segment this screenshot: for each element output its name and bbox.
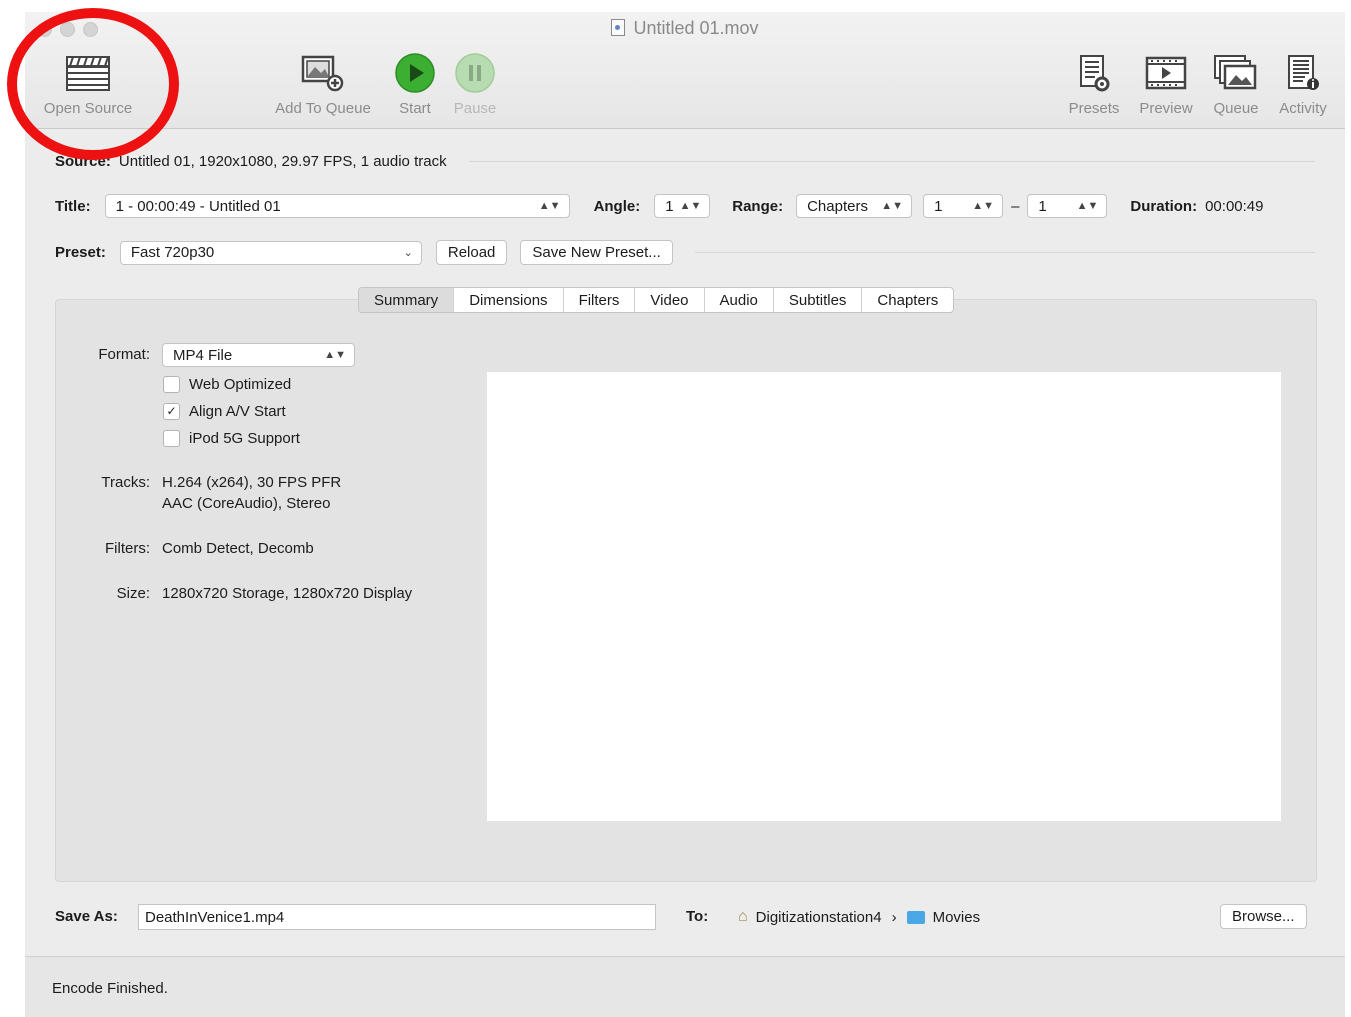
image-plus-icon (265, 52, 381, 94)
browse-button[interactable]: Browse... (1220, 904, 1307, 929)
reload-button[interactable]: Reload (435, 240, 508, 265)
ipod-5g-support-checkbox[interactable]: iPod 5G Support (163, 430, 300, 447)
duration-label: Duration: (1130, 197, 1198, 215)
tracks-video: H.264 (x264), 30 FPS PFR (162, 474, 342, 491)
tab-audio[interactable]: Audio (705, 288, 774, 312)
chevron-down-icon: ⌄ (403, 247, 413, 259)
preset-divider (694, 252, 1315, 253)
format-popup[interactable]: MP4 File ▲▼ (162, 343, 355, 367)
up-down-arrows-icon: ▲▼ (881, 200, 904, 212)
source-divider (468, 161, 1315, 162)
range-end-popup[interactable]: 1 ▲▼ (1027, 194, 1108, 218)
range-label: Range: (732, 197, 784, 215)
filters-label: Filters: (105, 540, 150, 557)
angle-popup[interactable]: 1 ▲▼ (654, 194, 711, 218)
up-down-arrows-icon: ▲▼ (324, 349, 346, 361)
up-down-arrows-icon: ▲▼ (538, 200, 561, 212)
home-icon: ⌂ (738, 908, 748, 925)
title-label: Title: (55, 197, 91, 215)
save-as-field[interactable]: DeathInVenice1.mp4 (138, 904, 656, 930)
pause-icon (449, 52, 501, 94)
save-new-preset-button[interactable]: Save New Preset... (520, 240, 673, 265)
size-label: Size: (116, 585, 150, 602)
preset-row: Preset: Fast 720p30 ⌄ Reload Save New Pre… (55, 240, 1315, 265)
play-icon (389, 52, 441, 94)
up-down-arrows-icon: ▲▼ (679, 200, 702, 212)
range-dash: – (1011, 197, 1020, 215)
duration-value: 00:00:49 (1205, 197, 1264, 215)
pause-button[interactable]: Pause (449, 52, 501, 117)
preset-label: Preset: (55, 244, 106, 261)
status-text: Encode Finished. (52, 980, 168, 997)
source-label: Source: (55, 153, 111, 170)
log-info-icon (1271, 52, 1335, 94)
tab-summary[interactable]: Summary (359, 288, 455, 312)
document-icon (611, 19, 626, 36)
destination-path[interactable]: ⌂ Digitizationstation4 › Movies (738, 908, 980, 926)
to-label: To: (686, 908, 709, 925)
up-down-arrows-icon: ▲▼ (972, 200, 995, 212)
up-down-arrows-icon: ▲▼ (1076, 200, 1099, 212)
title-popup[interactable]: 1 - 00:00:49 - Untitled 01 ▲▼ (104, 194, 570, 218)
angle-label: Angle: (593, 197, 641, 215)
tracks-label: Tracks: (101, 474, 150, 491)
toolbar: Untitled 01.mov Open Source Add To Queue… (25, 12, 1345, 129)
document-gear-icon (1063, 52, 1125, 94)
queue-button[interactable]: Queue (1205, 52, 1267, 117)
save-as-label: Save As: (55, 908, 118, 925)
checkmark-icon: ✓ (163, 403, 180, 420)
tab-video[interactable]: Video (635, 288, 705, 312)
window-title: Untitled 01.mov (25, 18, 1345, 39)
checkbox-box (163, 376, 180, 393)
tab-bar: Summary Dimensions Filters Video Audio S… (358, 287, 955, 313)
size-value: 1280x720 Storage, 1280x720 Display (162, 585, 413, 602)
app-window: Untitled 01.mov Open Source Add To Queue… (25, 12, 1345, 1017)
format-label: Format: (98, 346, 150, 363)
add-to-queue-button[interactable]: Add To Queue (265, 52, 381, 117)
presets-button[interactable]: Presets (1063, 52, 1125, 117)
range-type-popup[interactable]: Chapters ▲▼ (796, 194, 913, 218)
tracks-audio: AAC (CoreAudio), Stereo (162, 495, 331, 512)
film-icon (1133, 52, 1199, 94)
preview-button[interactable]: Preview (1133, 52, 1199, 117)
preset-popup[interactable]: Fast 720p30 ⌄ (119, 240, 422, 265)
source-row: Source: Untitled 01, 1920x1080, 29.97 FP… (55, 153, 1315, 170)
tab-subtitles[interactable]: Subtitles (774, 288, 863, 312)
tab-chapters[interactable]: Chapters (862, 288, 953, 312)
tab-filters[interactable]: Filters (564, 288, 636, 312)
open-source-button[interactable]: Open Source (33, 52, 143, 117)
start-button[interactable]: Start (389, 52, 441, 117)
stacked-images-icon (1205, 52, 1267, 94)
checkbox-box (163, 430, 180, 447)
activity-button[interactable]: Activity (1271, 52, 1335, 117)
status-bar: Encode Finished. (25, 956, 1345, 1017)
align-av-start-checkbox[interactable]: ✓ Align A/V Start (163, 403, 286, 420)
tab-dimensions[interactable]: Dimensions (454, 288, 564, 312)
clapperboard-icon (33, 52, 143, 94)
range-start-popup[interactable]: 1 ▲▼ (923, 194, 1004, 218)
source-info: Untitled 01, 1920x1080, 29.97 FPS, 1 aud… (118, 153, 447, 170)
title-row: Title: 1 - 00:00:49 - Untitled 01 ▲▼ Angl… (55, 194, 1263, 218)
preview-image (487, 372, 1281, 821)
filters-value: Comb Detect, Decomb (162, 540, 314, 557)
web-optimized-checkbox[interactable]: Web Optimized (163, 376, 291, 393)
folder-icon (906, 910, 925, 924)
